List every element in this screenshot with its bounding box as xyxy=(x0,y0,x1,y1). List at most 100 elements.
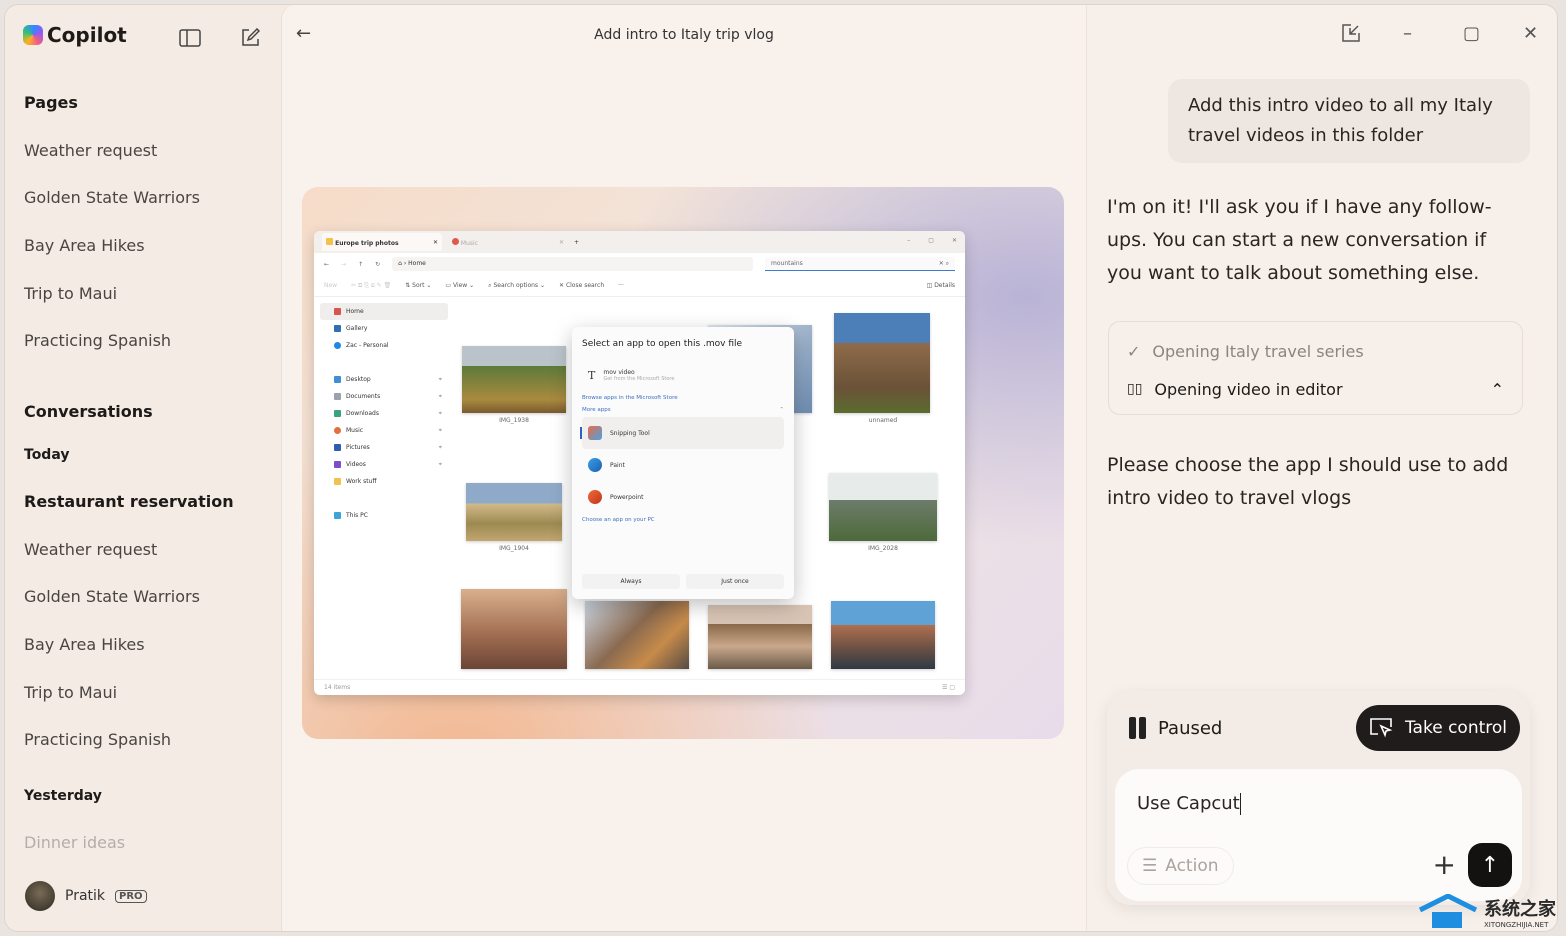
action-button[interactable]: ☰ Action xyxy=(1127,847,1234,885)
close-button[interactable]: ✕ xyxy=(1523,23,1538,44)
input-value: Use Capcut xyxy=(1137,793,1240,814)
up-icon[interactable]: ↑ xyxy=(358,261,363,268)
address-bar[interactable]: ⌂ › Home xyxy=(392,257,753,271)
app-option-paint[interactable]: Paint xyxy=(582,449,784,481)
pause-outline-icon: ▯▯ xyxy=(1127,381,1143,397)
add-attachment-button[interactable]: + xyxy=(1433,851,1456,879)
photo-thumbnail[interactable] xyxy=(829,473,937,541)
gallery-icon xyxy=(334,325,341,332)
chevron-up-icon[interactable]: ⌃ xyxy=(1491,380,1504,399)
more-apps-toggle[interactable]: More apps ⌃ xyxy=(582,407,784,413)
forward-icon[interactable]: → xyxy=(341,261,346,268)
store-app-name: mov video xyxy=(603,368,635,376)
nav-gallery[interactable]: Gallery xyxy=(320,320,448,337)
nav-label: Music xyxy=(346,427,364,434)
user-profile[interactable]: Pratik PRO xyxy=(25,881,147,911)
photo-thumbnail[interactable] xyxy=(834,313,930,413)
close-icon[interactable]: ✕ xyxy=(433,239,438,246)
watermark-logo: 系统之家 XITONGZHIJIA.NET xyxy=(1418,894,1556,930)
browse-store-link[interactable]: Browse apps in the Microsoft Store xyxy=(582,395,784,401)
maximize-button[interactable]: ▢ xyxy=(1463,23,1480,44)
new-button[interactable]: New xyxy=(324,282,337,289)
photo-thumbnail[interactable] xyxy=(708,605,812,669)
send-button[interactable]: ↑ xyxy=(1468,843,1512,887)
conversation-item[interactable]: Weather request xyxy=(24,540,157,559)
new-tab-icon[interactable]: + xyxy=(574,239,579,246)
page-item[interactable]: Bay Area Hikes xyxy=(24,236,145,255)
text-app-icon: T xyxy=(588,368,596,382)
conversation-item[interactable]: Bay Area Hikes xyxy=(24,635,145,654)
choose-app-link[interactable]: Choose an app on your PC xyxy=(582,517,784,523)
tab-label: Europe trip photos xyxy=(335,239,399,247)
minimize-icon[interactable]: – xyxy=(907,237,910,244)
details-label: Details xyxy=(934,282,955,289)
folder-icon xyxy=(326,237,333,245)
conversation-item[interactable]: Golden State Warriors xyxy=(24,587,200,606)
view-button[interactable]: ▭ View ⌄ xyxy=(445,282,474,289)
watermark-house-icon xyxy=(1418,894,1478,928)
composer: Paused Take control Use Capcut ☰ Action +… xyxy=(1107,691,1530,905)
nav-pictures[interactable]: Pictures ⌖ xyxy=(320,439,448,456)
toggle-sidebar-button[interactable] xyxy=(177,25,203,51)
paint-icon xyxy=(588,458,602,472)
nav-music[interactable]: Music ⌖ xyxy=(320,422,448,439)
pop-out-button[interactable] xyxy=(1341,23,1361,48)
search-options-button[interactable]: ⌕ Search options ⌄ xyxy=(488,282,545,290)
nav-downloads[interactable]: Downloads ⌖ xyxy=(320,405,448,422)
refresh-icon[interactable]: ↻ xyxy=(375,261,380,268)
always-button[interactable]: Always xyxy=(582,574,680,589)
app-option-powerpoint[interactable]: Powerpoint xyxy=(582,481,784,513)
new-chat-button[interactable] xyxy=(237,25,263,51)
nav-label: Pictures xyxy=(346,444,370,451)
nav-home[interactable]: Home xyxy=(320,303,448,320)
copilot-logo-icon xyxy=(23,25,43,45)
conversation-item[interactable]: Trip to Maui xyxy=(24,683,117,702)
nav-onedrive[interactable]: Zac - Personal xyxy=(320,337,448,354)
page-item[interactable]: Weather request xyxy=(24,141,157,160)
photo-thumbnail[interactable] xyxy=(461,589,567,669)
nav-documents[interactable]: Documents ⌖ xyxy=(320,388,448,405)
minimize-button[interactable]: – xyxy=(1403,23,1412,44)
take-control-button[interactable]: Take control xyxy=(1356,705,1520,751)
photo-thumbnail[interactable] xyxy=(466,483,562,541)
nav-videos[interactable]: Videos ⌖ xyxy=(320,456,448,473)
page-item[interactable]: Trip to Maui xyxy=(24,284,117,303)
details-button[interactable]: ◫ Details xyxy=(927,282,955,289)
app-option-snipping-tool[interactable]: Snipping Tool xyxy=(580,417,784,449)
nav-desktop[interactable]: Desktop ⌖ xyxy=(320,371,448,388)
photo-thumbnail[interactable] xyxy=(462,346,566,413)
more-icon[interactable]: ··· xyxy=(618,282,624,289)
search-input[interactable]: mountains ✕ ⌕ xyxy=(765,257,955,271)
store-app-option[interactable]: Tmov video Get from the Microsoft Store xyxy=(582,363,784,387)
step-item: ✓ Opening Italy travel series xyxy=(1127,332,1504,370)
nav-work-stuff[interactable]: Work stuff xyxy=(320,473,448,490)
store-app-sub: Get from the Microsoft Store xyxy=(603,375,675,382)
page-item[interactable]: Golden State Warriors xyxy=(24,188,200,207)
nav-label: Home xyxy=(346,308,364,315)
assistant-message: I'm on it! I'll ask you if I have any fo… xyxy=(1107,196,1492,284)
compose-icon xyxy=(242,28,260,46)
tab-europe-trip-photos[interactable]: Europe trip photos ✕ xyxy=(322,233,442,251)
conversation-item[interactable]: Dinner ideas xyxy=(24,833,125,852)
pictures-icon xyxy=(334,444,341,451)
photo-thumbnail[interactable] xyxy=(831,601,935,669)
back-icon[interactable]: ← xyxy=(324,261,329,268)
message-input[interactable]: Use Capcut ☰ Action + ↑ xyxy=(1115,769,1522,901)
view-toggle-icons[interactable]: ☰ ▢ xyxy=(942,684,955,691)
sort-button[interactable]: ⇅ Sort ⌄ xyxy=(405,282,431,289)
page-item[interactable]: Practicing Spanish xyxy=(24,331,171,350)
sidebar: Copilot Pages Weather request Golden Sta… xyxy=(5,5,281,931)
conversation-item[interactable]: Restaurant reservation xyxy=(24,492,234,511)
search-text: mountains xyxy=(771,260,803,267)
maximize-icon[interactable]: ▢ xyxy=(928,237,934,244)
close-icon[interactable]: ✕ xyxy=(559,239,564,246)
tab-music[interactable]: Music ✕ xyxy=(448,237,568,247)
step-item[interactable]: ▯▯ Opening video in editor ⌃ xyxy=(1127,370,1504,408)
close-icon[interactable]: ✕ xyxy=(952,237,957,244)
photo-thumbnail[interactable] xyxy=(585,601,689,669)
nav-this-pc[interactable]: This PC xyxy=(320,507,448,524)
close-search-button[interactable]: ✕ Close search xyxy=(559,282,604,289)
just-once-button[interactable]: Just once xyxy=(686,574,784,589)
conversation-item[interactable]: Practicing Spanish xyxy=(24,730,171,749)
yesterday-label: Yesterday xyxy=(24,788,102,804)
